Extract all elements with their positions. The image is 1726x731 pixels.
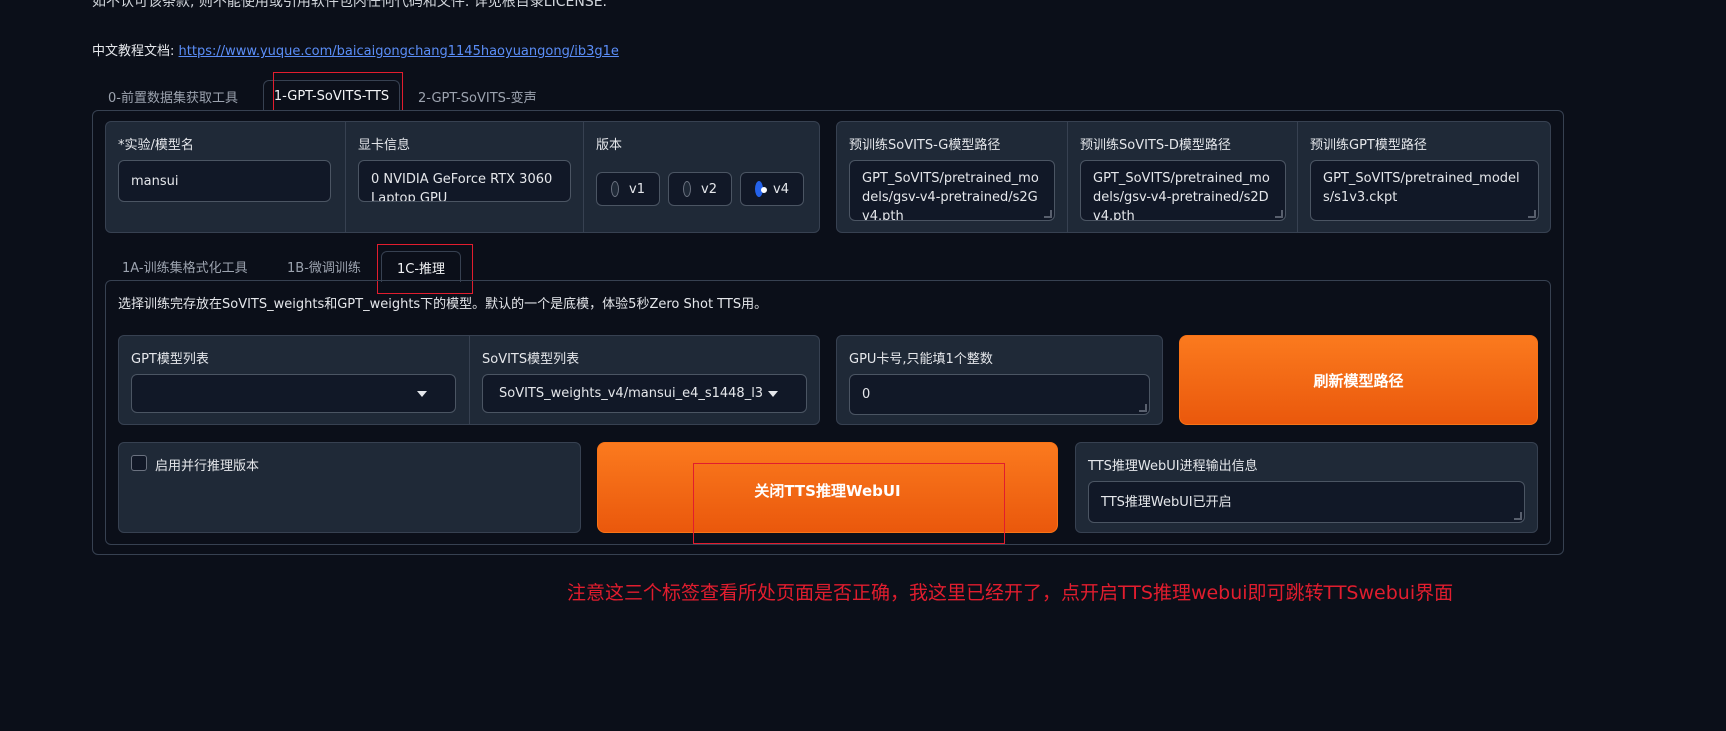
output-info-group: TTS推理WebUI进程输出信息 TTS推理WebUI已开启: [1075, 442, 1538, 533]
experiment-label: *实验/模型名: [118, 138, 194, 153]
pretrained-g-label: 预训练SoVITS-G模型路径: [849, 138, 1001, 153]
parallel-label: 启用并行推理版本: [155, 459, 260, 474]
pretrained-d-cell: 预训练SoVITS-D模型路径 GPT_SoVITS/pretrained_mo…: [1067, 122, 1297, 232]
refresh-model-path-button[interactable]: 刷新模型路径: [1179, 335, 1538, 425]
doc-label: 中文教程文档:: [92, 44, 175, 59]
tab-finetune[interactable]: 1B-微调训练: [287, 257, 361, 276]
pretrained-gpt-value: GPT_SoVITS/pretrained_models/s1v3.ckpt: [1323, 171, 1520, 205]
resize-grip-icon[interactable]: [1139, 404, 1147, 412]
sovits-list-label: SoVITS模型列表: [482, 352, 580, 367]
gpu-info-textarea[interactable]: 0 NVIDIA GeForce RTX 3060 Laptop GPU: [358, 160, 571, 202]
resize-grip-icon[interactable]: [1514, 512, 1522, 520]
tab-data-tools[interactable]: 0-前置数据集获取工具: [108, 87, 238, 106]
inference-description: 选择训练完存放在SoVITS_weights和GPT_weights下的模型。默…: [118, 297, 768, 312]
gpu-info-cell: 显卡信息 0 NVIDIA GeForce RTX 3060 Laptop GP…: [345, 122, 583, 232]
output-info-value: TTS推理WebUI已开启: [1101, 495, 1232, 510]
radio-dot-selected: [755, 181, 768, 197]
pretrained-g-cell: 预训练SoVITS-G模型路径 GPT_SoVITS/pretrained_mo…: [837, 122, 1067, 232]
resize-grip-icon[interactable]: [1528, 210, 1536, 218]
dropdown-value: SoVITS_weights_v4/mansui_e4_s1448_l32.pt…: [499, 386, 762, 401]
pretrained-d-textarea[interactable]: GPT_SoVITS/pretrained_models/gsv-v4-pret…: [1080, 160, 1286, 221]
pretrained-gpt-cell: 预训练GPT模型路径 GPT_SoVITS/pretrained_models/…: [1297, 122, 1550, 232]
highlight-box-close-button: [693, 463, 1005, 544]
version-cell: 版本 v1 v2 v4: [583, 122, 820, 232]
version-radio-v1[interactable]: v1: [596, 172, 660, 206]
license-text: 如不认可该条款, 则不能使用或引用软件包内任何代码和文件. 详见根目录LICEN…: [92, 0, 608, 10]
output-info-textarea[interactable]: TTS推理WebUI已开启: [1088, 481, 1525, 523]
chevron-down-icon: [768, 390, 778, 397]
gpt-list-cell: GPT模型列表: [119, 336, 469, 424]
gpu-card-group: GPU卡号,只能填1个整数 0: [836, 335, 1163, 425]
sovits-list-cell: SoVITS模型列表 SoVITS_weights_v4/mansui_e4_s…: [469, 336, 820, 424]
radio-label: v1: [629, 181, 645, 197]
pretrained-gpt-label: 预训练GPT模型路径: [1310, 138, 1427, 153]
gpu-info-label: 显卡信息: [358, 138, 411, 153]
resize-grip-icon[interactable]: [1275, 210, 1283, 218]
annotation-note: 注意这三个标签查看所处页面是否正确，我这里已经开了，点开启TTS推理webui即…: [567, 582, 1454, 604]
pretrained-g-value: GPT_SoVITS/pretrained_models/gsv-v4-pret…: [862, 171, 1039, 221]
version-label: 版本: [596, 138, 623, 153]
pretrained-d-value: GPT_SoVITS/pretrained_models/gsv-v4-pret…: [1093, 171, 1270, 221]
tab-dataset-format[interactable]: 1A-训练集格式化工具: [122, 257, 248, 276]
doc-link[interactable]: https://www.yuque.com/baicaigongchang114…: [179, 44, 619, 59]
doc-line: 中文教程文档: https://www.yuque.com/baicaigong…: [92, 40, 619, 59]
pretrained-d-label: 预训练SoVITS-D模型路径: [1080, 138, 1231, 153]
experiment-cell: *实验/模型名 mansui: [106, 122, 345, 232]
gpu-card-label: GPU卡号,只能填1个整数: [849, 352, 993, 367]
chevron-down-icon: [417, 390, 427, 397]
version-radio-v2[interactable]: v2: [668, 172, 732, 206]
parallel-checkbox[interactable]: [131, 455, 147, 471]
highlight-box-top-tab: [273, 72, 403, 115]
settings-group: *实验/模型名 mansui 显卡信息 0 NVIDIA GeForce RTX…: [105, 121, 820, 233]
radio-label: v4: [773, 181, 789, 197]
version-radio-v4[interactable]: v4: [740, 172, 804, 206]
gpu-card-value: 0: [862, 387, 871, 402]
gpt-model-dropdown[interactable]: [131, 374, 456, 413]
radio-label: v2: [701, 181, 717, 197]
sovits-model-dropdown[interactable]: SoVITS_weights_v4/mansui_e4_s1448_l32.pt…: [482, 374, 807, 413]
tab-voice-change[interactable]: 2-GPT-SoVITS-变声: [418, 87, 537, 106]
experiment-input[interactable]: mansui: [118, 160, 331, 202]
pretrained-group: 预训练SoVITS-G模型路径 GPT_SoVITS/pretrained_mo…: [836, 121, 1551, 233]
radio-dot: [683, 181, 692, 197]
radio-dot: [611, 181, 620, 197]
gpu-card-input[interactable]: 0: [849, 374, 1150, 415]
pretrained-gpt-textarea[interactable]: GPT_SoVITS/pretrained_models/s1v3.ckpt: [1310, 160, 1539, 221]
gpt-list-label: GPT模型列表: [131, 352, 209, 367]
parallel-group: 启用并行推理版本: [118, 442, 581, 533]
output-info-label: TTS推理WebUI进程输出信息: [1088, 459, 1258, 474]
resize-grip-icon[interactable]: [1044, 210, 1052, 218]
model-list-group: GPT模型列表 SoVITS模型列表 SoVITS_weights_v4/man…: [118, 335, 820, 425]
pretrained-g-textarea[interactable]: GPT_SoVITS/pretrained_models/gsv-v4-pret…: [849, 160, 1055, 221]
